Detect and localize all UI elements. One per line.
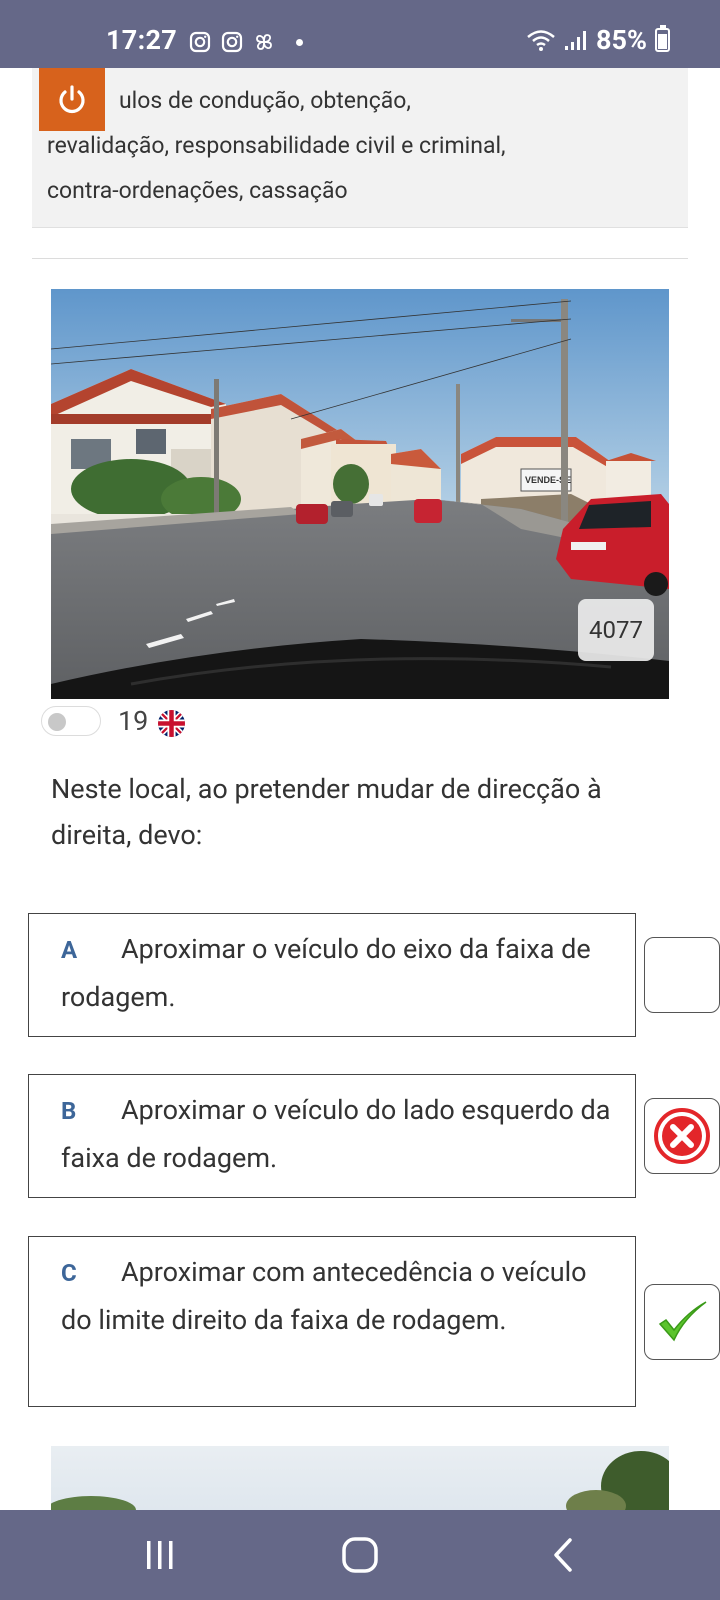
next-question-photo [51, 1446, 669, 1510]
back-button[interactable] [503, 1510, 623, 1600]
topic-line-3: contra-ordenações, cassação [47, 177, 348, 204]
navigation-bar [0, 1510, 720, 1600]
answer-option-b[interactable]: B Aproximar o veículo do lado esquerdo da… [28, 1074, 636, 1198]
question-text: Neste local, ao pretender mudar de direc… [51, 773, 602, 851]
answer-text: Aproximar o veículo do lado esquerdo da … [61, 1094, 611, 1174]
power-icon [59, 84, 85, 113]
answer-checkbox-b[interactable] [644, 1098, 720, 1174]
divider [32, 258, 688, 259]
topic-line-1: ulos de condução, obtenção, [119, 87, 411, 114]
answer-text: Aproximar o veículo do eixo da faixa de … [61, 933, 591, 1013]
topic-line-2: revalidação, responsabilidade civil e cr… [47, 132, 506, 159]
uk-flag-icon[interactable] [158, 710, 185, 737]
pinwheel-app-icon [256, 34, 272, 50]
home-icon [342, 1537, 378, 1573]
question-photo: VENDE-SE [51, 289, 669, 699]
topic-description: ulos de condução, obtenção, revalidação,… [32, 68, 688, 228]
battery-percent: 85% [596, 24, 647, 56]
answer-checkbox-a[interactable] [644, 937, 720, 1013]
notification-dot [296, 38, 303, 46]
answer-option-a[interactable]: A Aproximar o veículo do eixo da faixa de… [28, 913, 636, 1037]
power-button[interactable] [39, 68, 105, 131]
notification-icons [188, 30, 303, 54]
question-number: 19 [118, 705, 149, 737]
answer-checkbox-c[interactable] [644, 1284, 720, 1360]
status-bar: 17:27 85% [0, 0, 720, 68]
correct-check-icon [658, 1301, 707, 1342]
back-chevron-icon [554, 1538, 572, 1572]
wrong-x-icon [654, 1108, 710, 1164]
wifi-icon [527, 30, 555, 51]
recent-apps-button[interactable] [100, 1510, 220, 1600]
photo-id-badge: 4077 [578, 599, 654, 661]
toggle-knob [48, 713, 66, 731]
answer-letter: A [61, 936, 78, 964]
answer-letter: C [61, 1259, 77, 1287]
topic-text: ulos de condução, obtenção, revalidação,… [47, 78, 677, 213]
signal-icon [565, 31, 587, 50]
instagram-icon [189, 31, 211, 53]
status-time: 17:27 [106, 24, 178, 56]
answer-letter: B [61, 1097, 77, 1125]
system-indicators: 85% [526, 24, 670, 56]
home-button[interactable] [300, 1510, 420, 1600]
instagram-icon [221, 31, 243, 53]
battery-icon [655, 25, 670, 52]
answer-option-c[interactable]: C Aproximar com antecedência o veículo do… [28, 1236, 636, 1407]
language-toggle[interactable] [41, 706, 101, 736]
answer-text: Aproximar com antecedência o veículo do … [61, 1256, 587, 1336]
recent-apps-icon [147, 1541, 173, 1569]
